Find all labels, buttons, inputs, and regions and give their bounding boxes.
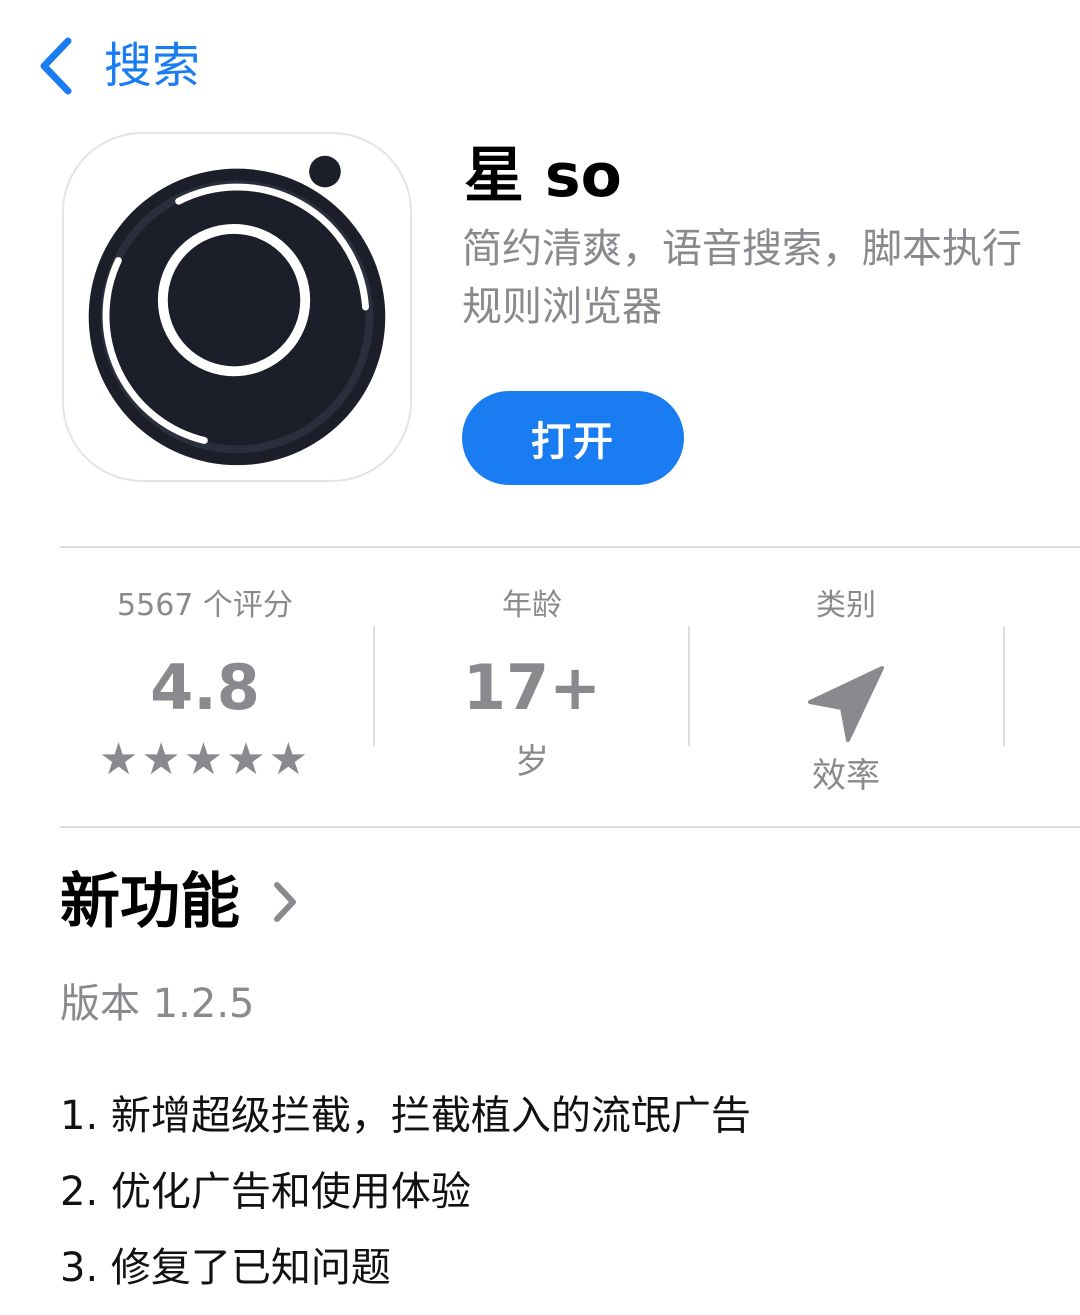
- column-divider: [688, 626, 690, 746]
- star-rating: ★★★★★: [98, 734, 312, 785]
- divider: [60, 546, 1080, 548]
- ratings-info[interactable]: 5567 个评分 4.8 ★★★★★: [55, 580, 355, 800]
- age-info[interactable]: 年龄 17+ 岁: [382, 580, 682, 800]
- list-item: 2. 优化广告和使用体验: [60, 1169, 471, 1215]
- column-divider: [373, 626, 375, 746]
- age-value: 17+: [462, 651, 602, 724]
- release-notes: 1. 新增超级拦截，拦截植入的流氓广告 2. 优化广告和使用体验 3. 修复了已…: [60, 1078, 1060, 1306]
- rating-value: 4.8: [150, 651, 260, 724]
- version-text: 版本 1.2.5: [60, 981, 255, 1027]
- camera-lens-app-icon: [88, 155, 386, 466]
- paper-plane-icon: [808, 666, 884, 742]
- chevron-left-icon: [40, 37, 72, 95]
- whats-new-title: 新功能: [60, 867, 240, 937]
- app-name: 星 so: [464, 141, 622, 211]
- category-label: 类别: [816, 588, 876, 623]
- column-divider: [1003, 626, 1005, 746]
- list-item: 3. 修复了已知问题: [60, 1245, 391, 1291]
- app-icon: [62, 132, 412, 482]
- open-button[interactable]: 打开: [462, 391, 684, 485]
- category-value: 效率: [812, 756, 880, 796]
- age-label: 年龄: [502, 588, 562, 623]
- age-unit: 岁: [515, 742, 549, 782]
- back-button-label: 搜索: [104, 38, 201, 94]
- divider: [60, 826, 1080, 828]
- back-button[interactable]: 搜索: [34, 30, 200, 102]
- ratings-count-label: 5567 个评分: [117, 588, 293, 623]
- chevron-right-icon: [274, 882, 296, 922]
- list-item: 1. 新增超级拦截，拦截植入的流氓广告: [60, 1093, 751, 1139]
- whats-new-header[interactable]: 新功能: [60, 860, 300, 944]
- app-subtitle: 简约清爽，语音搜索，脚本执行 规则浏览器: [462, 226, 1022, 330]
- category-info[interactable]: 类别 效率: [696, 580, 996, 800]
